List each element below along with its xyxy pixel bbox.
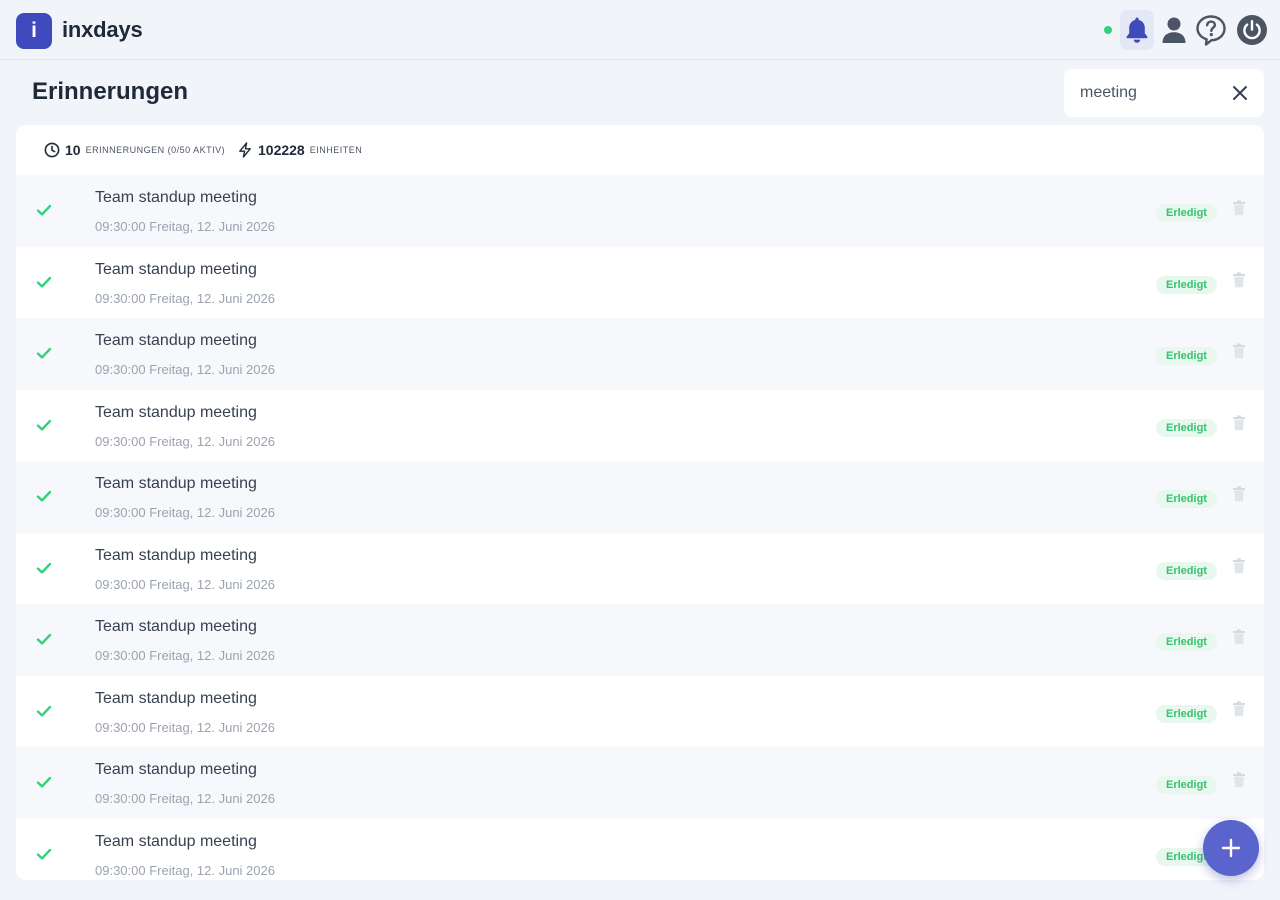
reminder-title: Team standup meeting: [95, 189, 257, 206]
reminder-row[interactable]: Team standup meeting 09:30:00 Freitag, 12…: [16, 675, 1264, 747]
trash-icon[interactable]: [1232, 700, 1246, 717]
reminder-row[interactable]: Team standup meeting 09:30:00 Freitag, 12…: [16, 604, 1264, 676]
check-icon: [36, 562, 52, 574]
trash-icon[interactable]: [1232, 557, 1246, 574]
reminder-title: Team standup meeting: [95, 689, 257, 707]
add-reminder-button[interactable]: [1203, 820, 1259, 876]
help-button[interactable]: [1194, 10, 1228, 50]
check-icon: [36, 490, 52, 502]
check-icon: [36, 633, 52, 645]
status-badge: Erledigt: [1156, 275, 1217, 294]
trash-icon[interactable]: [1232, 271, 1246, 288]
reminder-title: Team standup meeting: [95, 618, 257, 635]
reminder-time: 09:30:00 Freitag, 12. Juni 2026: [95, 862, 275, 878]
units-count: 102228: [258, 142, 305, 158]
reminder-row[interactable]: Team standup meeting 09:30:00 Freitag, 12…: [16, 246, 1264, 318]
reminder-time: 09:30:00 Freitag, 12. Juni 2026: [95, 433, 275, 449]
close-icon: [1233, 86, 1247, 100]
reminder-title: Team standup meeting: [95, 546, 257, 564]
reminder-title: Team standup meeting: [95, 403, 257, 421]
notifications-button[interactable]: [1120, 10, 1154, 50]
trash-icon[interactable]: [1232, 486, 1246, 502]
status-badge: Erledigt: [1156, 561, 1217, 580]
check-icon: [36, 848, 52, 860]
status-badge: Erledigt: [1156, 204, 1217, 222]
reminder-time: 09:30:00 Freitag, 12. Juni 2026: [95, 290, 275, 306]
reminder-time: 09:30:00 Freitag, 12. Juni 2026: [95, 219, 275, 234]
check-icon: [36, 347, 52, 359]
reminder-title: Team standup meeting: [95, 332, 257, 349]
power-icon: [1237, 15, 1267, 45]
trash-icon[interactable]: [1232, 343, 1246, 359]
reminders-stat: 10 Erinnerungen (0/50 aktiv): [44, 141, 225, 159]
reminder-row[interactable]: Team standup meeting 09:30:00 Freitag, 12…: [16, 175, 1264, 247]
reminder-title: Team standup meeting: [95, 761, 257, 778]
logout-button[interactable]: [1235, 10, 1269, 50]
reminder-time: 09:30:00 Freitag, 12. Juni 2026: [95, 791, 275, 806]
reminders-label: Erinnerungen (0/50 aktiv): [85, 145, 226, 155]
user-icon: [1162, 17, 1186, 43]
status-badge: Erledigt: [1156, 347, 1217, 365]
trash-icon[interactable]: [1232, 772, 1246, 788]
status-badge: Erledigt: [1156, 704, 1217, 723]
reminder-row[interactable]: Team standup meeting 09:30:00 Freitag, 12…: [16, 461, 1264, 533]
stats-bar: 10 Erinnerungen (0/50 aktiv) 102228 Einh…: [16, 125, 1264, 175]
status-badge: Erledigt: [1156, 633, 1217, 651]
clock-icon: [44, 142, 60, 158]
reminder-list: Team standup meeting 09:30:00 Freitag, 12…: [16, 175, 1264, 880]
trash-icon[interactable]: [1232, 629, 1246, 645]
page-title: Erinnerungen: [32, 78, 189, 105]
online-status-dot: [1104, 26, 1112, 34]
reminder-row[interactable]: Team standup meeting 09:30:00 Freitag, 12…: [16, 818, 1264, 880]
units-stat: 102228 Einheiten: [237, 141, 362, 159]
clear-search-button[interactable]: [1228, 81, 1252, 105]
reminder-time: 09:30:00 Freitag, 12. Juni 2026: [95, 362, 275, 377]
check-icon: [36, 705, 52, 717]
check-icon: [36, 419, 52, 431]
reminder-row[interactable]: Team standup meeting 09:30:00 Freitag, 12…: [16, 318, 1264, 390]
plus-icon: [1221, 838, 1241, 858]
status-badge: Erledigt: [1156, 418, 1217, 437]
check-icon: [36, 776, 52, 788]
reminder-title: Team standup meeting: [95, 475, 257, 492]
check-icon: [36, 204, 52, 216]
bell-icon: [1126, 17, 1148, 43]
profile-button[interactable]: [1157, 10, 1191, 50]
status-badge: Erledigt: [1156, 776, 1217, 794]
reminder-time: 09:30:00 Freitag, 12. Juni 2026: [95, 576, 275, 592]
help-icon: [1196, 15, 1226, 46]
trash-icon[interactable]: [1232, 200, 1246, 216]
reminder-row[interactable]: Team standup meeting 09:30:00 Freitag, 12…: [16, 389, 1264, 461]
check-icon: [36, 276, 52, 288]
reminder-time: 09:30:00 Freitag, 12. Juni 2026: [95, 719, 275, 735]
reminder-row[interactable]: Team standup meeting 09:30:00 Freitag, 12…: [16, 747, 1264, 819]
app-name[interactable]: inxdays: [62, 17, 143, 43]
app-logo[interactable]: i: [16, 13, 52, 49]
reminders-count: 10: [65, 142, 81, 158]
reminder-time: 09:30:00 Freitag, 12. Juni 2026: [95, 648, 275, 663]
reminder-row[interactable]: Team standup meeting 09:30:00 Freitag, 12…: [16, 532, 1264, 604]
lightning-icon: [239, 142, 251, 158]
status-badge: Erledigt: [1156, 490, 1217, 508]
reminders-card: 10 Erinnerungen (0/50 aktiv) 102228 Einh…: [16, 125, 1264, 880]
trash-icon[interactable]: [1232, 414, 1246, 431]
reminder-title: Team standup meeting: [95, 832, 257, 850]
search-input[interactable]: [1080, 81, 1220, 105]
reminder-title: Team standup meeting: [95, 260, 257, 278]
units-label: Einheiten: [309, 145, 363, 155]
reminder-time: 09:30:00 Freitag, 12. Juni 2026: [95, 505, 275, 520]
top-bar: i inxdays: [0, 0, 1280, 60]
